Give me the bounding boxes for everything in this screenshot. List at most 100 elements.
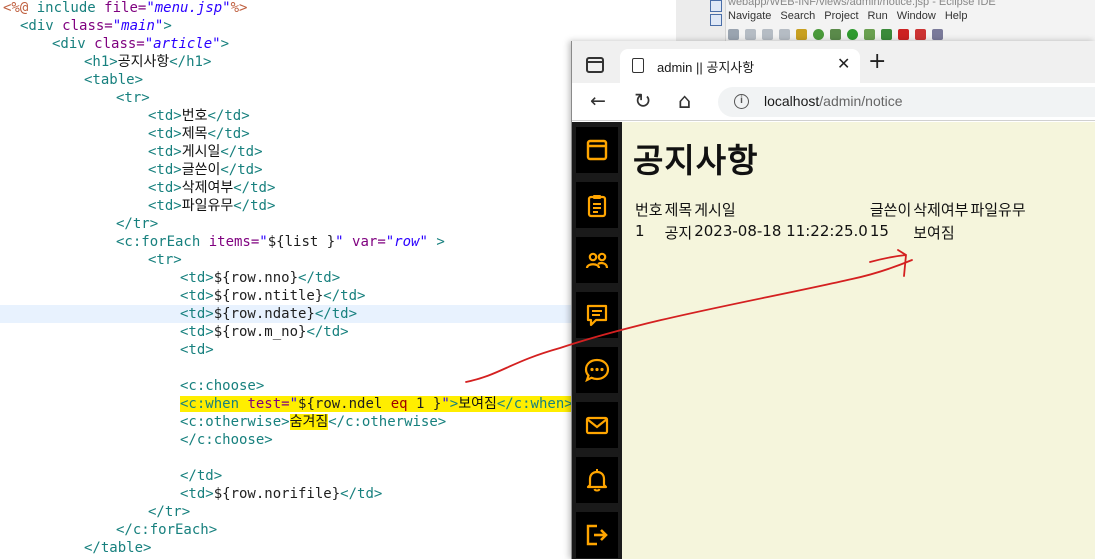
code-token: <h1> xyxy=(84,54,118,70)
column-header: 파일유무 xyxy=(970,201,1026,219)
run-icon[interactable] xyxy=(847,28,858,40)
code-token: ${list } xyxy=(267,234,336,250)
site-info-icon[interactable]: i xyxy=(734,94,749,109)
code-token: "menu.jsp" xyxy=(146,0,231,16)
address-bar[interactable]: i localhost/admin/notice xyxy=(718,87,1095,117)
code-line: <td>${row.m_no}</td> xyxy=(180,323,349,341)
column-header: 게시일 xyxy=(694,201,736,219)
home-icon[interactable]: ⌂ xyxy=(678,89,691,113)
side-menu-item-logout[interactable] xyxy=(576,512,618,558)
save-icon[interactable] xyxy=(728,28,739,40)
code-token: </tr> xyxy=(148,504,191,520)
code-token: test= xyxy=(247,396,290,412)
code-token: 파일유무 xyxy=(181,198,234,214)
side-menu-item-bell[interactable] xyxy=(576,457,618,503)
code-token: <td> xyxy=(180,486,214,502)
code-token: </c:choose> xyxy=(180,432,273,448)
mail-icon xyxy=(585,416,609,435)
code-token: "row" xyxy=(385,234,428,250)
code-line: <td>게시일</td> xyxy=(148,143,263,161)
table-cell: 공지 xyxy=(664,224,693,242)
page-icon xyxy=(632,58,644,73)
code-token: class= xyxy=(94,36,145,52)
code-token: </td> xyxy=(306,324,349,340)
code-line: <div class="main"> xyxy=(20,17,172,35)
code-token: "main" xyxy=(112,18,164,34)
table-cell: 2023-08-18 11:22:25.0 xyxy=(694,222,868,240)
code-token: </td> xyxy=(220,162,263,178)
back-icon[interactable]: ← xyxy=(590,89,606,113)
code-token: > xyxy=(449,396,459,412)
code-token: <td> xyxy=(180,342,214,358)
side-menu-item-clipboard[interactable] xyxy=(576,182,618,228)
reload-icon[interactable]: ↻ xyxy=(634,89,652,113)
code-token: </h1> xyxy=(169,54,212,70)
code-token: 보여짐 xyxy=(458,396,497,412)
code-line: <td> xyxy=(180,341,214,359)
code-token: <c:otherwise> xyxy=(180,414,290,430)
code-token: <tr> xyxy=(148,252,182,268)
code-line: </tr> xyxy=(148,503,190,521)
code-token: file= xyxy=(104,0,147,16)
eclipse-menu-project[interactable]: Project xyxy=(824,10,858,22)
code-token: 게시일 xyxy=(181,144,221,160)
code-token: <td> xyxy=(148,108,182,124)
search-icon[interactable] xyxy=(932,28,943,40)
tab-close-icon[interactable]: ✕ xyxy=(837,54,850,73)
side-menu-item-panel[interactable] xyxy=(576,127,618,173)
eclipse-menu-search[interactable]: Search xyxy=(780,10,815,22)
code-line: <c:choose> xyxy=(180,377,264,395)
debug-icon[interactable] xyxy=(830,28,841,40)
side-menu xyxy=(572,122,622,559)
code-token: ${row.norifile} xyxy=(213,486,341,502)
server-icon[interactable] xyxy=(796,28,807,40)
code-token: ${row.ndel xyxy=(298,396,391,412)
code-token: ${row.ntitle} xyxy=(213,288,324,304)
tab-actions-icon[interactable] xyxy=(586,57,604,73)
url-host: localhost xyxy=(764,93,820,109)
stop-icon[interactable] xyxy=(813,28,824,40)
external-tools-icon[interactable] xyxy=(881,28,892,40)
new-server-icon[interactable] xyxy=(898,28,909,40)
code-token: ${row.ndate} xyxy=(213,306,315,322)
side-menu-item-message-square[interactable] xyxy=(576,292,618,338)
address-url: localhost/admin/notice xyxy=(764,93,903,109)
coverage-icon[interactable] xyxy=(864,28,875,40)
code-line: </td> xyxy=(180,467,222,485)
code-line: <td>제목</td> xyxy=(148,125,250,143)
code-token: <td> xyxy=(148,144,182,160)
new-tab-button[interactable]: + xyxy=(868,51,886,73)
code-token: include xyxy=(36,0,105,16)
code-token: 글쓴이 xyxy=(181,162,221,178)
package-explorer-icon[interactable] xyxy=(710,0,722,12)
code-token: <tr> xyxy=(116,90,150,106)
undo-icon[interactable] xyxy=(762,28,773,40)
side-menu-item-users[interactable] xyxy=(576,237,618,283)
table-cell: 15 xyxy=(869,222,889,240)
code-line: <%@ include file="menu.jsp"%> xyxy=(3,0,247,17)
table-header-row: 번호 제목 게시일 글쓴이 삭제여부 파일유무 xyxy=(635,198,1028,221)
eclipse-menu-window[interactable]: Window xyxy=(897,10,936,22)
code-token: " xyxy=(259,234,268,250)
redo-icon[interactable] xyxy=(779,28,790,40)
code-token: </tr> xyxy=(116,216,159,232)
table-row: 1 공지 2023-08-18 11:22:25.0 15 보여짐 xyxy=(635,221,1028,244)
eclipse-menu-navigate[interactable]: Navigate xyxy=(728,10,771,22)
table-cell xyxy=(970,221,1027,244)
side-menu-item-mail[interactable] xyxy=(576,402,618,448)
print-icon[interactable] xyxy=(745,28,756,40)
code-token: <div xyxy=(20,18,63,34)
eclipse-menu-run[interactable]: Run xyxy=(868,10,888,22)
code-token: </td> xyxy=(233,198,276,214)
code-token: ${row.nno} xyxy=(213,270,299,286)
code-line: <tr> xyxy=(148,251,182,269)
open-type-icon[interactable] xyxy=(915,28,926,40)
code-token: 1 } xyxy=(407,396,442,412)
code-line: <td>삭제여부</td> xyxy=(148,179,275,197)
active-tab[interactable]: admin || 공지사항 ✕ xyxy=(620,49,860,83)
side-menu-item-chat-bubble[interactable] xyxy=(576,347,618,393)
eclipse-menu-help[interactable]: Help xyxy=(945,10,968,22)
eclipse-side-panel xyxy=(676,0,726,44)
code-token: <td> xyxy=(148,162,182,178)
outline-icon[interactable] xyxy=(710,14,722,26)
